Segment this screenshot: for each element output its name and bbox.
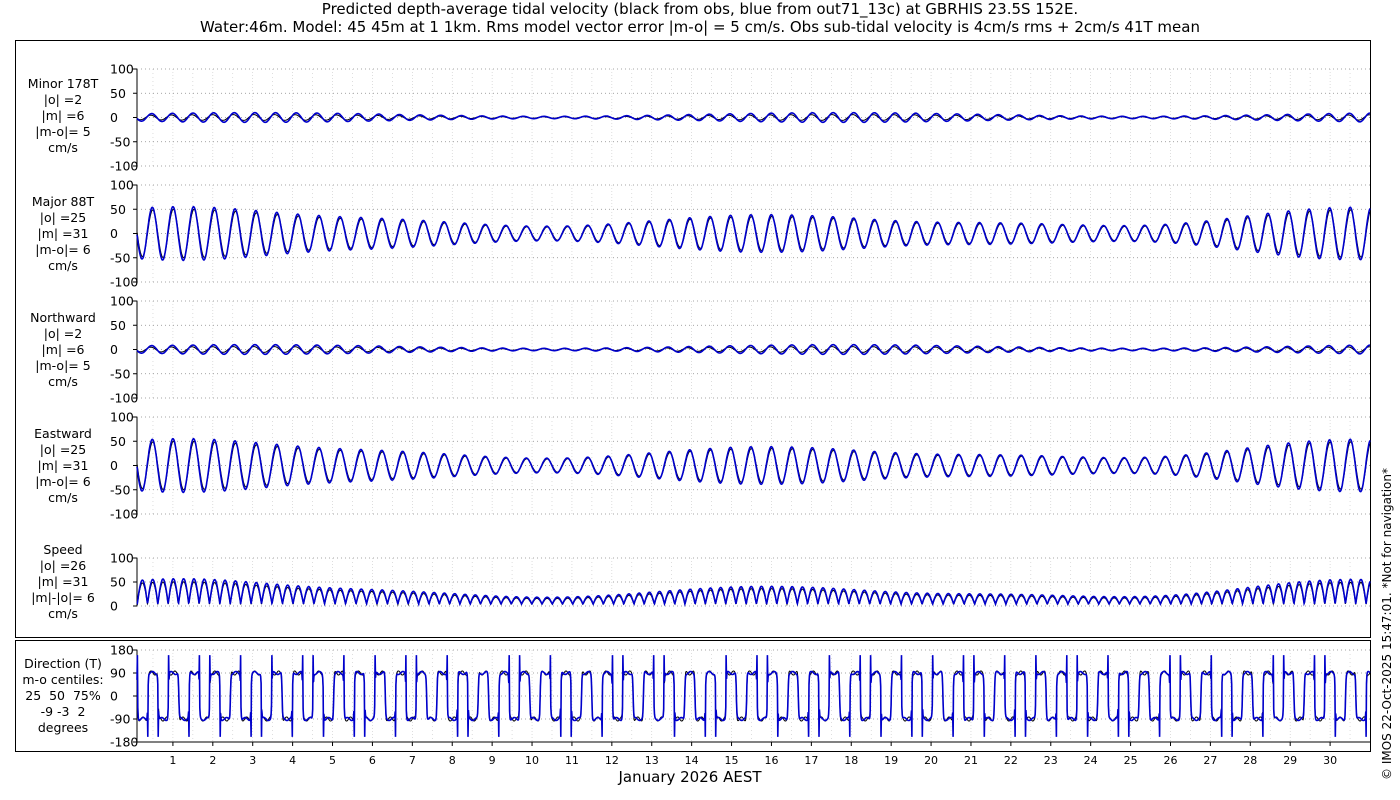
y-tick-label: 100 — [110, 294, 134, 309]
x-tick-label: 2 — [209, 754, 216, 767]
y-tick-label: -50 — [110, 482, 130, 497]
x-tick-label: 7 — [409, 754, 416, 767]
tidal-velocity-chart: -100-50050100-100-50050100-100-50050100-… — [15, 40, 1371, 767]
x-tick-label: 27 — [1203, 754, 1217, 767]
y-tick-label: 0 — [110, 599, 118, 614]
y-tick-label: -50 — [110, 366, 130, 381]
y-tick-label: 50 — [110, 202, 126, 217]
x-tick-label: 5 — [329, 754, 336, 767]
x-tick-label: 12 — [605, 754, 619, 767]
x-tick-label: 10 — [525, 754, 539, 767]
x-tick-label: 24 — [1084, 754, 1098, 767]
x-tick-label: 20 — [924, 754, 938, 767]
x-tick-label: 14 — [685, 754, 699, 767]
x-tick-label: 8 — [449, 754, 456, 767]
y-tick-label: -90 — [110, 712, 130, 727]
x-tick-label: 29 — [1283, 754, 1297, 767]
x-tick-label: 15 — [725, 754, 739, 767]
x-axis-label: January 2026 AEST — [618, 768, 762, 786]
x-tick-label: 30 — [1323, 754, 1337, 767]
x-tick-label: 18 — [844, 754, 858, 767]
x-tick-label: 11 — [565, 754, 579, 767]
credit-text: © IMOS 22-Oct-2025 15:47:01. *Not for na… — [1380, 468, 1394, 780]
y-tick-label: 0 — [110, 342, 118, 357]
y-tick-label: 0 — [110, 689, 118, 704]
x-tick-label: 9 — [489, 754, 496, 767]
y-tick-label: 100 — [110, 551, 134, 566]
y-tick-label: 180 — [110, 643, 134, 658]
y-tick-label: 100 — [110, 178, 134, 193]
y-tick-label: -180 — [110, 735, 138, 750]
x-tick-label: 21 — [964, 754, 978, 767]
y-tick-label: 0 — [110, 226, 118, 241]
y-tick-label: -100 — [110, 159, 138, 174]
y-tick-label: 50 — [110, 86, 126, 101]
y-tick-label: -50 — [110, 250, 130, 265]
y-tick-label: 50 — [110, 434, 126, 449]
x-tick-label: 4 — [289, 754, 296, 767]
upper-frame — [15, 40, 1371, 638]
x-tick-label: 3 — [249, 754, 256, 767]
x-tick-label: 26 — [1163, 754, 1177, 767]
x-tick-label: 25 — [1124, 754, 1138, 767]
y-tick-label: 0 — [110, 110, 118, 125]
x-tick-label: 23 — [1044, 754, 1058, 767]
y-tick-label: -50 — [110, 134, 130, 149]
y-tick-label: -100 — [110, 275, 138, 290]
x-tick-label: 19 — [884, 754, 898, 767]
x-tick-label: 17 — [804, 754, 818, 767]
y-tick-label: -100 — [110, 507, 138, 522]
x-tick-label: 13 — [645, 754, 659, 767]
y-tick-label: 50 — [110, 575, 126, 590]
y-tick-label: 0 — [110, 458, 118, 473]
x-tick-label: 28 — [1243, 754, 1257, 767]
y-tick-label: 90 — [110, 666, 126, 681]
x-tick-label: 1 — [169, 754, 176, 767]
x-tick-label: 22 — [1004, 754, 1018, 767]
y-tick-label: 100 — [110, 62, 134, 77]
series-model-speed — [136, 577, 1371, 607]
x-tick-label: 16 — [764, 754, 778, 767]
y-tick-label: 100 — [110, 410, 134, 425]
y-tick-label: -100 — [110, 391, 138, 406]
x-tick-label: 6 — [369, 754, 376, 767]
y-tick-label: 50 — [110, 318, 126, 333]
